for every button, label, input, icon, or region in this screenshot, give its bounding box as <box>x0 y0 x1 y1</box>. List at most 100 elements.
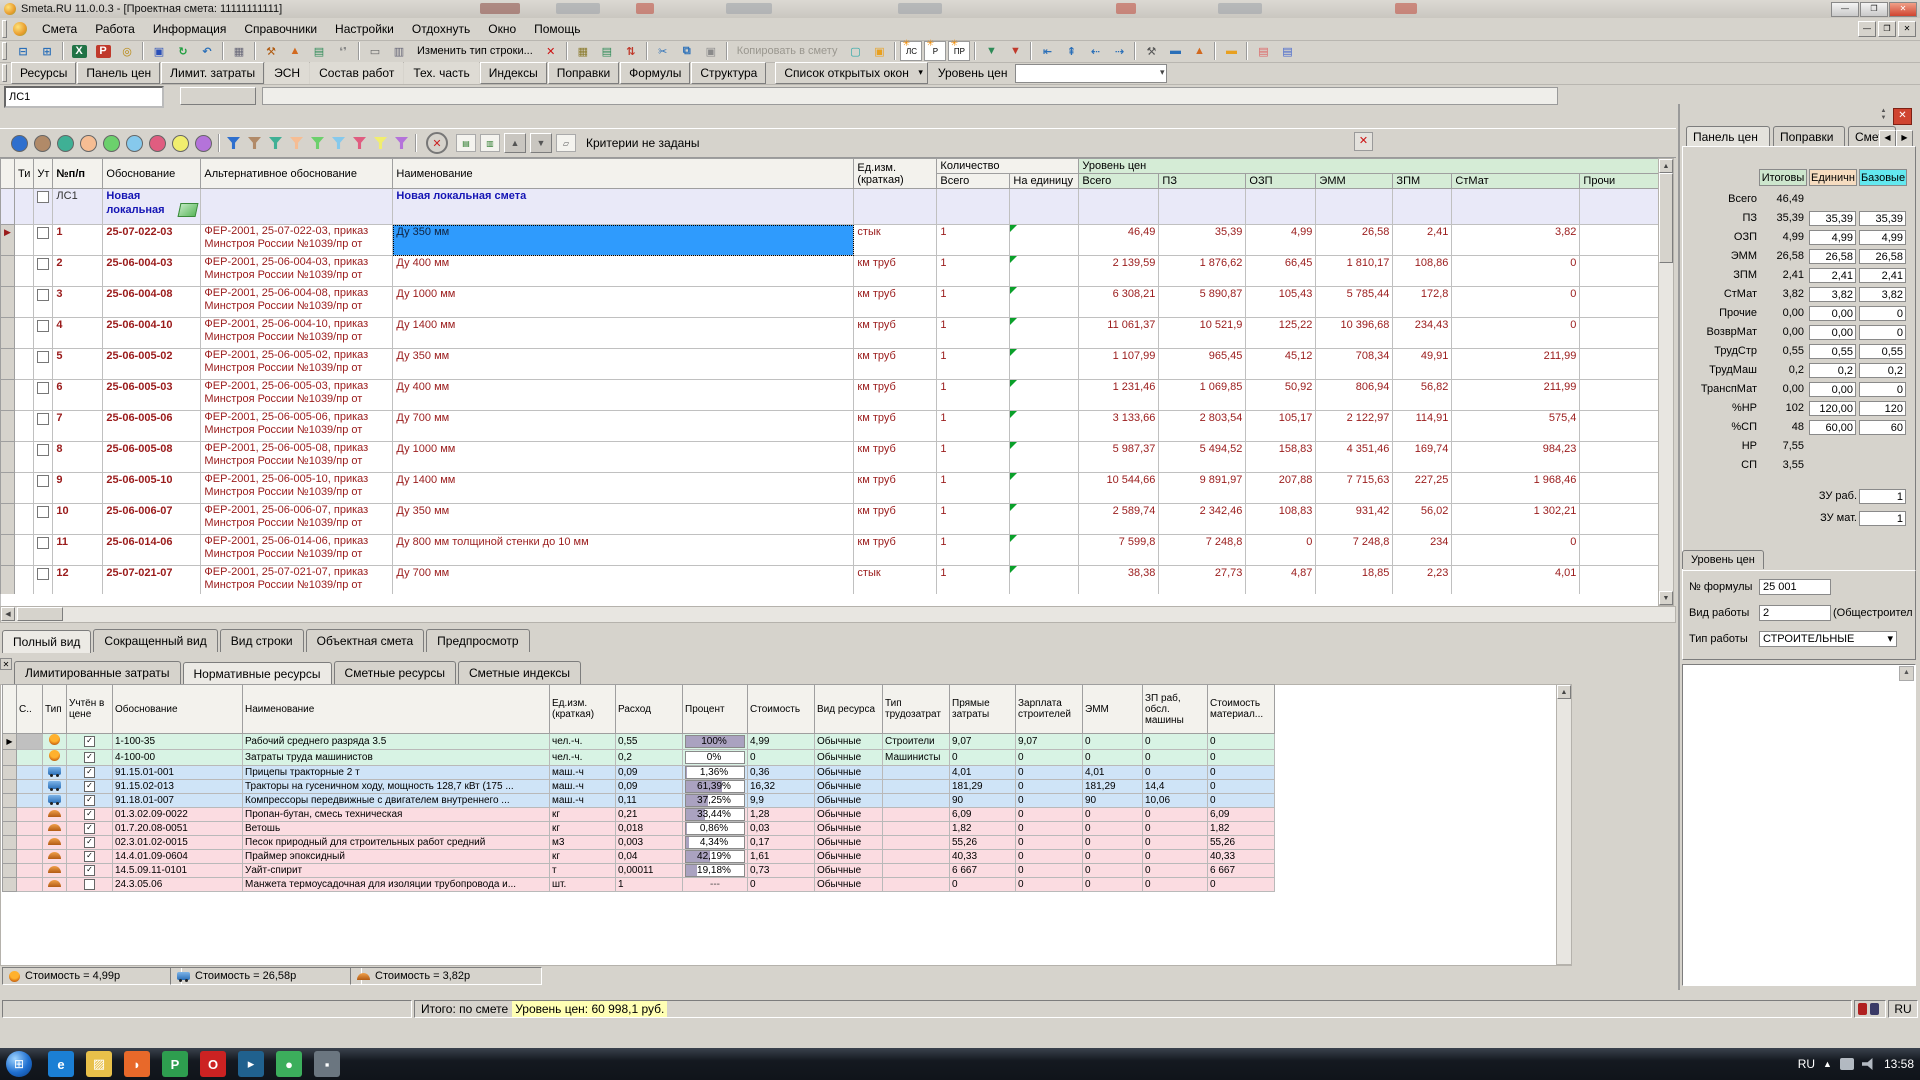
resource-row[interactable]: ✓ 01.3.02.09-0022 Пропан-бутан, смесь те… <box>3 808 1275 822</box>
color-filter-icon[interactable] <box>57 135 74 152</box>
estimate-row[interactable]: 6 25-06-005-03 ФЕР-2001, 25-06-005-03, п… <box>1 380 1661 411</box>
res-col[interactable]: Прямые затраты <box>950 685 1016 734</box>
panel-tab-Поправки[interactable]: Поправки <box>1773 126 1845 146</box>
resource-tab-Сметные ресурсы[interactable]: Сметные ресурсы <box>334 661 456 684</box>
panel-base-value[interactable]: 0 <box>1859 306 1906 321</box>
list-plain-icon[interactable]: ▥ <box>480 134 500 152</box>
minimize-button[interactable]: — <box>1831 2 1859 17</box>
panel-unit-value[interactable]: 60,00 <box>1809 420 1856 435</box>
tab-Тех. часть[interactable]: Тех. часть <box>404 62 478 84</box>
res-col[interactable]: Расход <box>616 685 683 734</box>
resource-row[interactable]: ✓ 4-100-00 Затраты труда машинистов чел.… <box>3 750 1275 766</box>
search-icon[interactable]: ◎ <box>116 41 138 61</box>
excel-export-icon[interactable]: X <box>68 41 90 61</box>
estimate-row[interactable]: 10 25-06-006-07 ФЕР-2001, 25-06-006-07, … <box>1 504 1661 535</box>
mdi-minimize-button[interactable]: — <box>1858 21 1876 37</box>
row-name[interactable]: Ду 800 мм толщиной стенки до 10 мм <box>393 535 854 566</box>
field-row-button[interactable] <box>180 87 256 105</box>
included-checkbox[interactable] <box>84 879 95 890</box>
undo-icon[interactable]: ↶ <box>196 41 218 61</box>
included-checkbox[interactable]: ✓ <box>84 736 95 747</box>
res-col[interactable]: Наименование <box>243 685 550 734</box>
row-checkbox[interactable] <box>37 444 49 456</box>
panel-unit-value[interactable]: 0,55 <box>1809 344 1856 359</box>
menu-Справочники[interactable]: Справочники <box>235 19 326 39</box>
tray-clock[interactable]: 13:58 <box>1884 1057 1914 1071</box>
funnel-filter-icon[interactable] <box>269 137 282 149</box>
add-sheet-icon[interactable]: ▤ <box>596 41 618 61</box>
resource-row[interactable]: 24.3.05.06 Манжета термоусадочная для из… <box>3 878 1275 892</box>
row-checkbox[interactable] <box>37 413 49 425</box>
close-button[interactable]: ✕ <box>1889 2 1917 17</box>
panel-unit-value[interactable]: 2,41 <box>1809 268 1856 283</box>
included-checkbox[interactable]: ✓ <box>84 851 95 862</box>
res-col[interactable]: Процент <box>683 685 748 734</box>
scroll-thumb[interactable] <box>17 607 63 621</box>
row-name[interactable]: Ду 350 мм <box>393 349 854 380</box>
col-qty-group[interactable]: Количество <box>937 159 1079 174</box>
row-checkbox[interactable] <box>37 351 49 363</box>
resource-tab-Лимитированные затраты[interactable]: Лимитированные затраты <box>14 661 181 684</box>
included-checkbox[interactable]: ✓ <box>84 865 95 876</box>
col-price-group[interactable]: Уровень цен <box>1079 159 1661 174</box>
color-filter-icon[interactable] <box>80 135 97 152</box>
col-ОЗП[interactable]: ОЗП <box>1246 174 1316 189</box>
row-checkbox[interactable] <box>37 506 49 518</box>
lower-pane-close-icon[interactable]: ✕ <box>0 658 12 670</box>
res-col[interactable]: Тип <box>43 685 67 734</box>
row-name[interactable]: Ду 1400 мм <box>393 318 854 349</box>
view-tab-Полный вид[interactable]: Полный вид <box>2 630 91 653</box>
estimate-row[interactable]: 3 25-06-004-08 ФЕР-2001, 25-06-004-08, п… <box>1 287 1661 318</box>
menu-Окно[interactable]: Окно <box>479 19 525 39</box>
tab-Панель цен[interactable]: Панель цен <box>77 62 160 84</box>
price-level-tab[interactable]: Уровень цен <box>1682 550 1764 569</box>
panel-base-value[interactable]: 3,82 <box>1859 287 1906 302</box>
toolbar-drag-handle[interactable] <box>2 64 7 82</box>
truck2-icon[interactable]: ▬ <box>1220 41 1242 61</box>
col-ti[interactable]: Ти <box>15 159 34 189</box>
panel-base-value[interactable]: 26,58 <box>1859 249 1906 264</box>
panel-base-value[interactable]: 0,55 <box>1859 344 1906 359</box>
work-type-dropdown[interactable]: СТРОИТЕЛЬНЫЕ▾ <box>1759 631 1897 647</box>
view-tab-Предпросмотр[interactable]: Предпросмотр <box>426 629 529 652</box>
panel-extra-value[interactable]: 1 <box>1859 511 1906 526</box>
funnel-filter-icon[interactable] <box>395 137 408 149</box>
resource-row[interactable]: ▶ ✓ 1-100-35 Рабочий среднего разряда 3.… <box>3 734 1275 750</box>
funnel-filter-icon[interactable] <box>353 137 366 149</box>
panel-tab-Панель цен[interactable]: Панель цен <box>1686 126 1770 146</box>
estimate-row[interactable]: 4 25-06-004-10 ФЕР-2001, 25-06-004-10, п… <box>1 318 1661 349</box>
resource-row[interactable]: ✓ 02.3.01.02-0015 Песок природный для ст… <box>3 836 1275 850</box>
row-name[interactable]: Ду 400 мм <box>393 380 854 411</box>
included-checkbox[interactable]: ✓ <box>84 767 95 778</box>
funnel-filter-icon[interactable] <box>248 137 261 149</box>
toolbar-drag-handle[interactable] <box>2 20 7 38</box>
tree-expand-icon[interactable]: ⊞ <box>36 41 58 61</box>
work-kind-value[interactable]: 2 <box>1759 605 1831 621</box>
row-name[interactable]: Ду 400 мм <box>393 256 854 287</box>
col-name[interactable]: Наименование <box>393 159 854 189</box>
clear-filter-icon[interactable]: ✕ <box>426 132 448 154</box>
indent-up-icon[interactable]: ⇞ <box>1060 41 1082 61</box>
print-icon[interactable]: ▭ <box>364 41 386 61</box>
panel-unit-value[interactable]: 4,99 <box>1809 230 1856 245</box>
res-col[interactable]: Вид ресурса <box>815 685 883 734</box>
paste-special-icon[interactable]: ▢ <box>844 41 866 61</box>
taskbar-folder-icon[interactable]: ▨ <box>86 1051 112 1077</box>
panel-spinner[interactable]: ▲▼ <box>1877 108 1890 123</box>
estimate-row[interactable]: 11 25-06-014-06 ФЕР-2001, 25-06-014-06, … <box>1 535 1661 566</box>
row-checkbox[interactable] <box>37 475 49 487</box>
row-checkbox[interactable] <box>37 568 49 580</box>
res-col[interactable]: С.. <box>17 685 43 734</box>
work-icon[interactable]: ⚒ <box>1140 41 1162 61</box>
res-col[interactable]: ЭММ <box>1083 685 1143 734</box>
col-qty-per[interactable]: На единицу <box>1010 174 1079 189</box>
taskbar-green-app-icon[interactable]: ● <box>276 1051 302 1077</box>
panel-unit-value[interactable]: 0,2 <box>1809 363 1856 378</box>
color-filter-icon[interactable] <box>149 135 166 152</box>
scroll-up-icon[interactable]: ▲ <box>1557 685 1571 699</box>
pink-book-icon[interactable]: ▤ <box>1252 41 1274 61</box>
col-qty-total[interactable]: Всего <box>937 174 1010 189</box>
tree-collapse-icon[interactable]: ⊟ <box>12 41 34 61</box>
col-alt[interactable]: Альтернативное обоснование <box>201 159 393 189</box>
resource-grid-scrollbar[interactable]: ▲ <box>1556 684 1572 965</box>
